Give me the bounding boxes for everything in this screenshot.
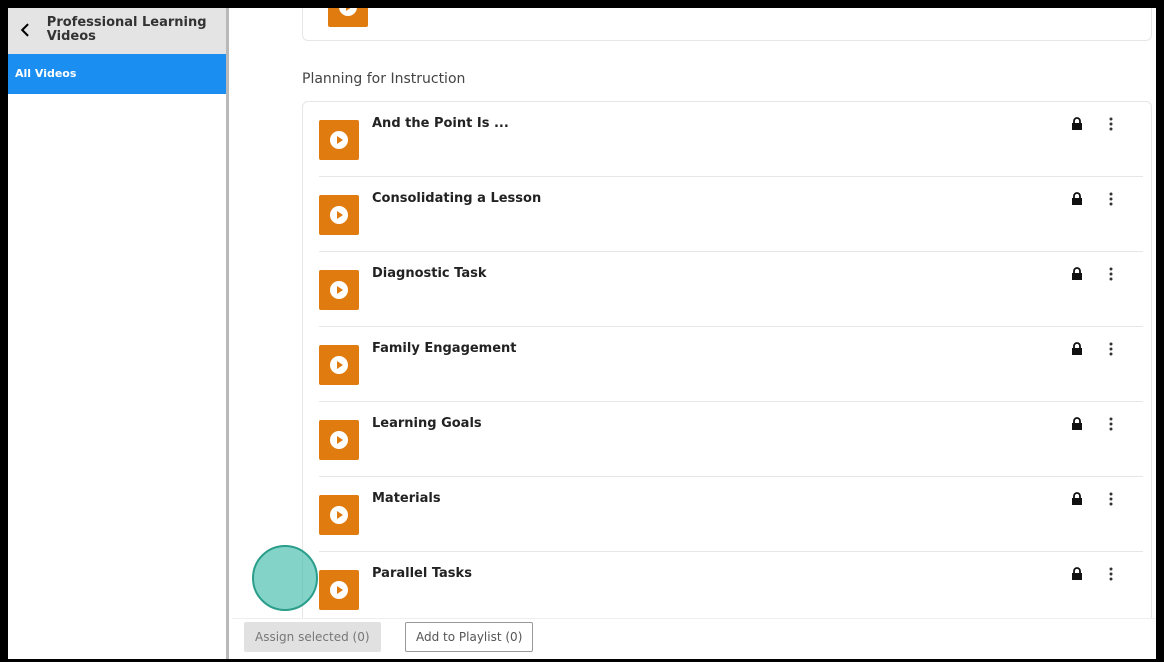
list-item[interactable]: Learning Goals <box>319 402 1143 477</box>
assign-selected-button[interactable]: Assign selected (0) <box>244 622 381 652</box>
lock-icon <box>1072 567 1082 580</box>
video-title[interactable]: Learning Goals <box>372 416 482 431</box>
play-circle-icon <box>330 281 348 299</box>
play-circle-icon <box>339 8 357 16</box>
play-circle-icon <box>330 206 348 224</box>
cursor-highlight <box>252 545 318 611</box>
kebab-menu-icon[interactable] <box>1109 267 1113 281</box>
kebab-menu-icon[interactable] <box>1109 342 1113 356</box>
list-item[interactable]: Consolidating a Lesson <box>319 177 1143 252</box>
video-title[interactable]: Family Engagement <box>372 341 517 356</box>
previous-section-card <box>302 8 1152 41</box>
sidebar: Professional Learning Videos All Videos <box>8 8 229 659</box>
video-list: And the Point Is ... Consolidating a Les… <box>302 101 1152 631</box>
play-circle-icon <box>330 506 348 524</box>
video-title[interactable]: And the Point Is ... <box>372 116 509 131</box>
lock-icon <box>1072 342 1082 355</box>
lock-icon <box>1072 417 1082 430</box>
kebab-menu-icon[interactable] <box>1109 567 1113 581</box>
list-item[interactable]: And the Point Is ... <box>319 102 1143 177</box>
play-button[interactable] <box>319 195 359 235</box>
video-title[interactable]: Parallel Tasks <box>372 566 472 581</box>
list-item[interactable]: Family Engagement <box>319 327 1143 402</box>
play-circle-icon <box>330 431 348 449</box>
main-content: Planning for Instruction And the Point I… <box>232 8 1156 659</box>
kebab-menu-icon[interactable] <box>1109 417 1113 431</box>
lock-icon <box>1072 192 1082 205</box>
play-circle-icon <box>330 356 348 374</box>
play-button[interactable] <box>319 120 359 160</box>
play-button[interactable] <box>319 345 359 385</box>
video-title[interactable]: Diagnostic Task <box>372 266 487 281</box>
play-button[interactable] <box>319 495 359 535</box>
play-circle-icon <box>330 131 348 149</box>
lock-icon <box>1072 267 1082 280</box>
kebab-menu-icon[interactable] <box>1109 492 1113 506</box>
list-item[interactable]: Parallel Tasks <box>319 552 1143 627</box>
sidebar-title: Professional Learning Videos <box>46 15 207 44</box>
play-button[interactable] <box>319 420 359 460</box>
kebab-menu-icon[interactable] <box>1109 192 1113 206</box>
lock-icon <box>1072 117 1082 130</box>
section-title: Planning for Instruction <box>302 71 466 87</box>
sidebar-item-label: All Videos <box>15 67 77 80</box>
list-item[interactable]: Materials <box>319 477 1143 552</box>
play-circle-icon <box>330 581 348 599</box>
lock-icon <box>1072 492 1082 505</box>
video-title[interactable]: Consolidating a Lesson <box>372 191 541 206</box>
kebab-menu-icon[interactable] <box>1109 117 1113 131</box>
play-button[interactable] <box>328 8 368 27</box>
list-item[interactable]: Diagnostic Task <box>319 252 1143 327</box>
sidebar-header: Professional Learning Videos <box>8 8 226 54</box>
play-button[interactable] <box>319 270 359 310</box>
action-bar: Assign selected (0) Add to Playlist (0) <box>232 618 1156 659</box>
app-window: Professional Learning Videos All Videos … <box>8 8 1156 659</box>
add-to-playlist-button[interactable]: Add to Playlist (0) <box>405 622 534 652</box>
video-title[interactable]: Materials <box>372 491 441 506</box>
chevron-left-icon[interactable] <box>18 20 35 40</box>
play-button[interactable] <box>319 570 359 610</box>
sidebar-item-all-videos[interactable]: All Videos <box>8 54 226 94</box>
